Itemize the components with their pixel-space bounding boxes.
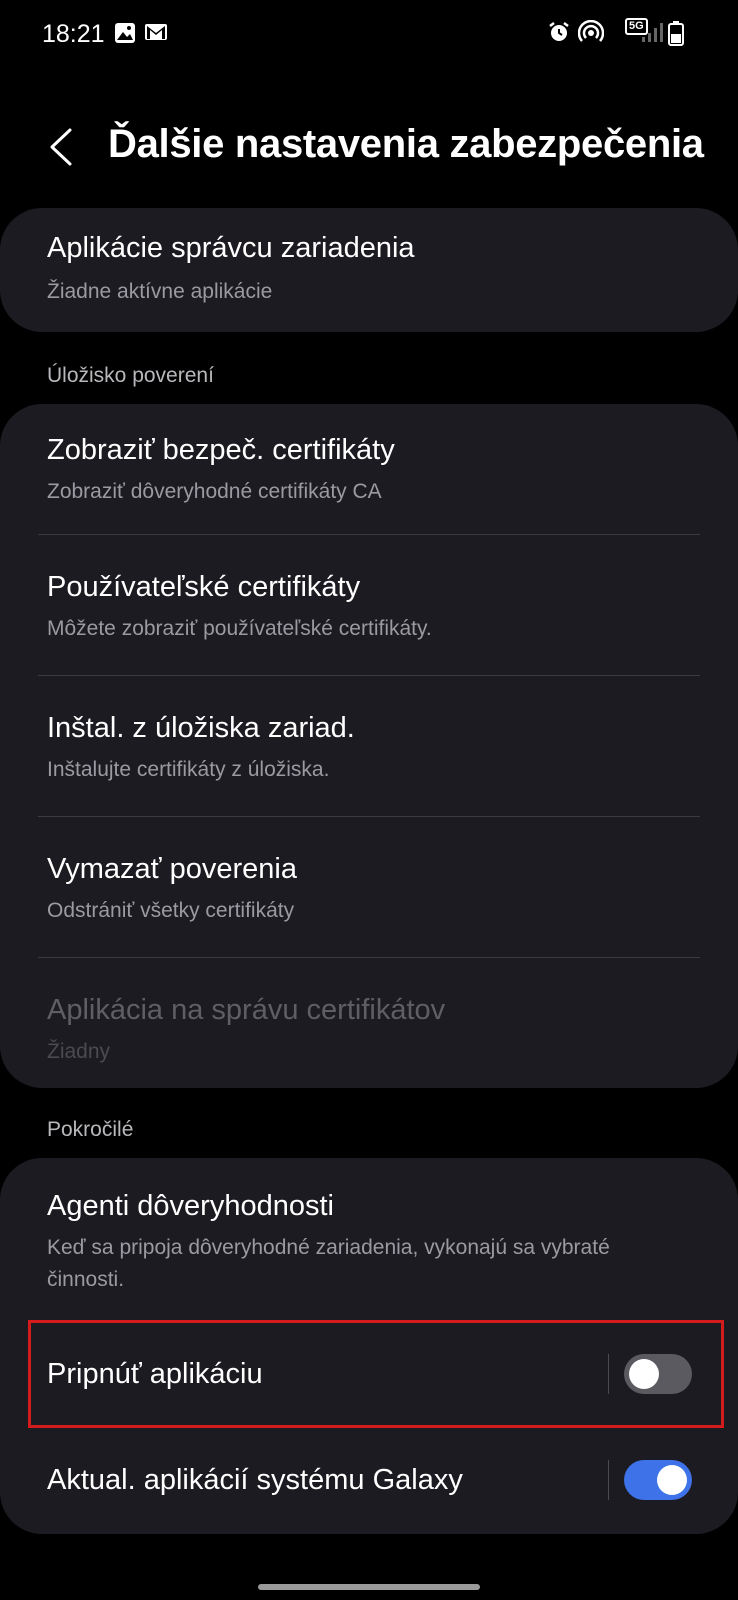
device-admin-subtitle: Žiadne aktívne aplikácie (47, 280, 273, 303)
item-title: Inštal. z úložiska zariad. (47, 712, 355, 744)
gmail-icon (145, 24, 167, 40)
install-from-storage-item[interactable]: Inštal. z úložiska zariad. Inštalujte ce… (0, 676, 738, 816)
item-subtitle: Zobraziť dôveryhodné certifikáty CA (47, 480, 382, 503)
toggle-knob (629, 1359, 659, 1389)
section-header-credential-storage: Úložisko poverení (47, 364, 214, 387)
item-subtitle: Odstrániť všetky certifikáty (47, 899, 295, 922)
section-header-advanced: Pokročilé (47, 1118, 134, 1141)
device-admin-apps-item[interactable]: Aplikácie správcu zariadenia Žiadne aktí… (0, 208, 738, 332)
item-title: Používateľské certifikáty (47, 571, 361, 603)
device-admin-title: Aplikácie správcu zariadenia (47, 232, 415, 264)
item-title: Aplikácia na správu certifikátov (47, 994, 446, 1026)
hotspot-icon (578, 20, 604, 42)
certificate-management-app-item: Aplikácia na správu certifikátov Žiadny (0, 958, 738, 1088)
galaxy-system-app-updates-item[interactable]: Aktual. aplikácií systému Galaxy (0, 1428, 738, 1534)
item-title: Pripnúť aplikáciu (47, 1358, 263, 1390)
clear-credentials-item[interactable]: Vymazať poverenia Odstrániť všetky certi… (0, 817, 738, 957)
toggle-knob (657, 1465, 687, 1495)
item-subtitle: Inštalujte certifikáty z úložiska. (47, 758, 330, 781)
image-icon (115, 23, 135, 43)
item-title: Zobraziť bezpeč. certifikáty (47, 434, 395, 466)
item-title: Agenti dôveryhodnosti (47, 1190, 334, 1222)
user-certificates-item[interactable]: Používateľské certifikáty Môžete zobrazi… (0, 535, 738, 675)
item-subtitle: Môžete zobraziť používateľské certifikát… (47, 617, 432, 640)
signal-icon (642, 23, 663, 42)
trust-agents-item[interactable]: Agenti dôveryhodnosti Keď sa pripoja dôv… (0, 1158, 738, 1314)
chevron-left-icon (50, 128, 72, 166)
status-bar: 18:21 5G (0, 0, 738, 72)
credential-storage-card: Zobraziť bezpeč. certifikáty Zobraziť dô… (0, 404, 738, 1088)
page-title: Ďalšie nastavenia zabezpečenia (108, 122, 704, 166)
device-admin-card: Aplikácie správcu zariadenia Žiadne aktí… (0, 208, 738, 332)
pin-app-item[interactable]: Pripnúť aplikáciu (0, 1320, 738, 1428)
gesture-nav-handle[interactable] (258, 1584, 480, 1590)
item-subtitle: Keď sa pripoja dôveryhodné zariadenia, v… (47, 1236, 610, 1291)
status-time: 18:21 (42, 20, 105, 48)
toggle-separator (608, 1460, 609, 1500)
advanced-card: Agenti dôveryhodnosti Keď sa pripoja dôv… (0, 1158, 738, 1534)
item-title: Aktual. aplikácií systému Galaxy (47, 1464, 463, 1496)
galaxy-updates-toggle[interactable] (624, 1460, 692, 1500)
item-title: Vymazať poverenia (47, 853, 297, 885)
item-subtitle: Žiadny (47, 1040, 111, 1063)
view-security-certificates-item[interactable]: Zobraziť bezpeč. certifikáty Zobraziť dô… (0, 404, 738, 534)
battery-icon (668, 21, 684, 46)
back-button[interactable] (44, 124, 80, 170)
alarm-icon (549, 22, 569, 41)
toggle-separator (608, 1354, 609, 1394)
pin-app-toggle[interactable] (624, 1354, 692, 1394)
